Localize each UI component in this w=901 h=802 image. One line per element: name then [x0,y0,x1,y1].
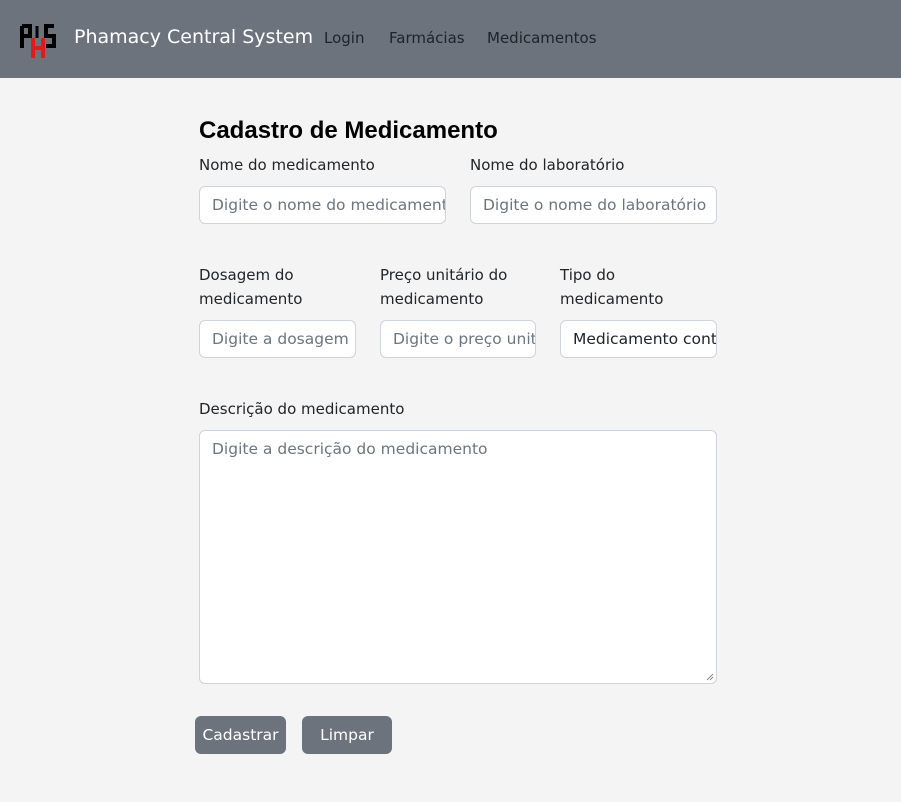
descricao-placeholder: Digite a descrição do medicamento [212,440,488,458]
preco-label: Preço unitário do medicamento [380,266,508,308]
brand-title[interactable]: Phamacy Central System [74,26,313,48]
dosagem-label: Dosagem do medicamento [199,266,303,308]
limpar-button[interactable]: Limpar [302,716,392,754]
navbar: Phamacy Central System Login Farmácias M… [0,0,901,78]
dosagem-input[interactable]: Digite a dosagem [199,320,356,358]
laboratorio-label: Nome do laboratório [470,156,625,174]
nav-link-farmacias[interactable]: Farmácias [389,29,465,47]
descricao-label: Descrição do medicamento [199,400,405,418]
descricao-textarea[interactable]: Digite a descrição do medicamento [199,430,717,684]
page-title: Cadastro de Medicamento [199,117,498,144]
nav-link-login[interactable]: Login [324,29,364,47]
nome-label: Nome do medicamento [199,156,375,174]
resize-handle-icon[interactable] [706,673,714,681]
nav-link-medicamentos[interactable]: Medicamentos [487,29,597,47]
preco-input[interactable]: Digite o preço unitário [380,320,536,358]
laboratorio-input[interactable]: Digite o nome do laboratório [470,186,717,224]
logo-icon[interactable] [20,24,57,59]
tipo-select[interactable]: Medicamento controlado [560,320,717,358]
nome-input[interactable]: Digite o nome do medicamento [199,186,446,224]
tipo-label: Tipo do medicamento [560,266,664,308]
cadastrar-button[interactable]: Cadastrar [195,716,286,754]
